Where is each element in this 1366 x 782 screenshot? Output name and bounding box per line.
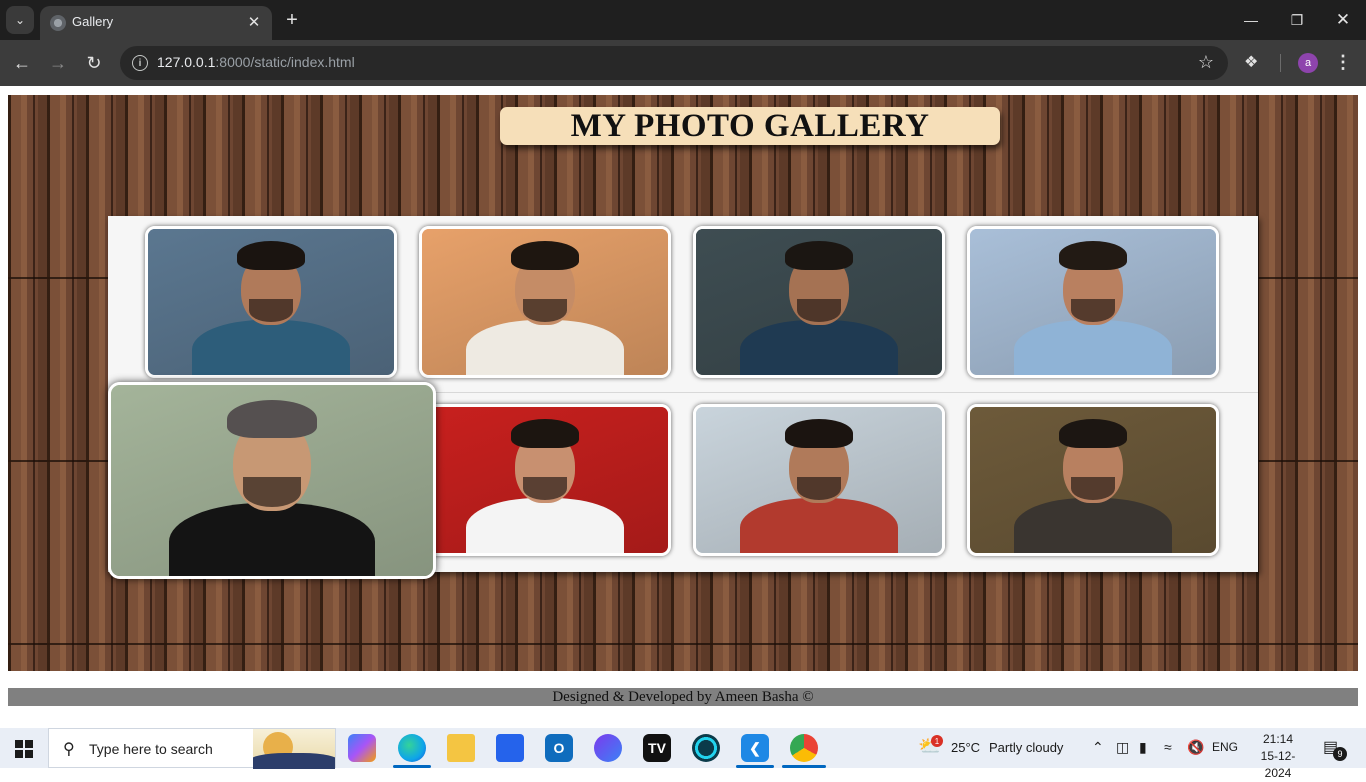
back-button[interactable]: ← — [8, 49, 36, 77]
photo-hair — [226, 400, 318, 439]
photo-shoulders — [1014, 497, 1172, 553]
photo-shoulders — [740, 497, 898, 553]
photo-shoulders — [1014, 319, 1172, 375]
copilot-icon[interactable] — [348, 734, 376, 762]
minimize-button[interactable]: — — [1228, 0, 1274, 40]
meet-now-icon[interactable]: ◫ — [1116, 739, 1129, 756]
footer-bar: Designed & Developed by Ameen Basha © — [8, 688, 1358, 706]
search-highlight-image — [253, 729, 335, 769]
page-title: MY PHOTO GALLERY — [570, 107, 930, 144]
restore-button[interactable]: ❐ — [1274, 0, 1320, 40]
outlook-icon[interactable]: O — [545, 734, 573, 762]
taskbar-search-box[interactable]: ⚲ Type here to search — [48, 728, 336, 769]
clock-date: 15-12-2024 — [1260, 749, 1296, 780]
photo-shoulders — [168, 503, 376, 576]
address-bar[interactable]: i 127.0.0.1:8000/static/index.html ☆ — [120, 46, 1228, 80]
clock-time: 21:14 — [1262, 732, 1294, 746]
photo-beard — [243, 476, 301, 508]
weather-condition[interactable]: Partly cloudy — [989, 740, 1063, 755]
system-clock[interactable]: 21:14 15-12-2024 — [1250, 731, 1306, 782]
photo-hair — [236, 240, 306, 270]
browser-tab-bar: ⌄ Gallery ✕ + — ❐ ✕ — [0, 0, 1366, 40]
photo-hair — [510, 240, 580, 270]
photo-shoulders — [740, 319, 898, 375]
file-explorer-icon[interactable] — [447, 734, 475, 762]
photo-hair — [784, 240, 854, 270]
gallery-photo-6[interactable] — [419, 404, 671, 556]
more-menu-icon[interactable]: ⋮ — [1334, 52, 1352, 73]
forward-button[interactable]: → — [44, 49, 72, 77]
footer-credit: Designed & Developed by Ameen Basha © — [552, 688, 814, 705]
search-icon: ⚲ — [63, 741, 75, 758]
photo-shoulders — [466, 497, 624, 553]
search-placeholder: Type here to search — [89, 741, 213, 757]
gallery-photo-2[interactable] — [419, 226, 671, 378]
info-icon[interactable]: i — [132, 55, 148, 71]
title-banner: MY PHOTO GALLERY — [500, 107, 1000, 145]
wifi-icon[interactable]: ≈ — [1164, 739, 1172, 755]
window-close-button[interactable]: ✕ — [1320, 0, 1366, 40]
edge-browser-icon[interactable] — [398, 734, 426, 762]
teams-icon[interactable] — [594, 734, 622, 762]
taskbar: ⚲ Type here to search O TV ❮ ⛅ 1 25°C Pa… — [0, 728, 1366, 780]
close-icon[interactable]: ✕ — [244, 12, 264, 32]
windows-start-icon[interactable] — [15, 740, 33, 758]
browser-toolbar: ← → ↻ i 127.0.0.1:8000/static/index.html… — [0, 40, 1366, 86]
url-host: 127.0.0.1 — [157, 54, 216, 70]
photo-hair — [1058, 418, 1128, 448]
app-icon[interactable] — [692, 734, 720, 762]
chevron-up-icon[interactable]: ⌃ — [1092, 739, 1104, 756]
tab-title: Gallery — [72, 14, 114, 29]
chevron-down-icon: ⌄ — [14, 13, 26, 27]
tab-search-button[interactable]: ⌄ — [6, 6, 34, 34]
gallery-photo-1[interactable] — [145, 226, 397, 378]
extensions-icon[interactable]: ❖ — [1244, 52, 1264, 72]
weather-alert-badge: 1 — [931, 735, 943, 747]
gallery-photo-7[interactable] — [693, 404, 945, 556]
language-indicator[interactable]: ENG — [1212, 740, 1238, 754]
gallery-photo-4[interactable] — [967, 226, 1219, 378]
photo-gallery — [108, 216, 1258, 579]
battery-icon[interactable]: ▮ — [1139, 739, 1147, 756]
notification-count-badge: 9 — [1333, 747, 1347, 761]
profile-avatar[interactable]: a — [1298, 53, 1318, 73]
microsoft-store-icon[interactable] — [496, 734, 524, 762]
photo-hair — [1058, 240, 1128, 270]
globe-icon — [50, 15, 66, 31]
url-text[interactable]: 127.0.0.1:8000/static/index.html — [157, 54, 355, 70]
volume-muted-icon[interactable]: 🔇 — [1187, 739, 1204, 756]
wood-background: MY PHOTO GALLERY — [8, 95, 1358, 671]
photo-shoulders — [466, 319, 624, 375]
toolbar-divider — [1280, 54, 1281, 72]
browser-tab[interactable]: Gallery ✕ — [40, 6, 272, 40]
url-path: :8000/static/index.html — [215, 54, 355, 70]
gallery-photo-8[interactable] — [967, 404, 1219, 556]
tradingview-icon[interactable]: TV — [643, 734, 671, 762]
gallery-photo-3[interactable] — [693, 226, 945, 378]
photo-hair — [510, 418, 580, 448]
photo-shoulders — [192, 319, 350, 375]
weather-temperature[interactable]: 25°C — [951, 740, 980, 755]
gallery-photo-5-hovered[interactable] — [108, 382, 436, 579]
reload-button[interactable]: ↻ — [80, 49, 108, 77]
bookmark-star-icon[interactable]: ☆ — [1198, 52, 1214, 73]
page-viewport: MY PHOTO GALLERY Designed & Developed by… — [0, 86, 1366, 728]
new-tab-button[interactable]: + — [280, 8, 304, 32]
chrome-icon[interactable] — [790, 734, 818, 762]
vscode-icon[interactable]: ❮ — [741, 734, 769, 762]
row-divider — [434, 392, 1258, 393]
photo-hair — [784, 418, 854, 448]
